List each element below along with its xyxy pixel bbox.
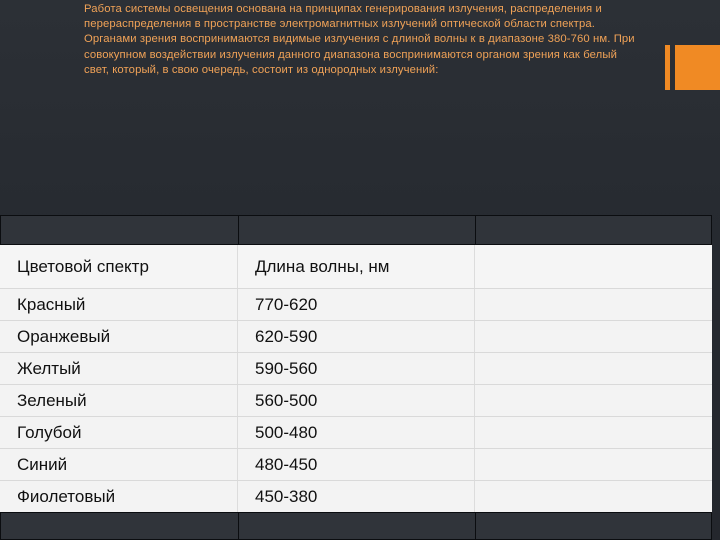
empty-cell <box>475 449 712 480</box>
wavelength-cell: 590-560 <box>238 353 475 384</box>
table-top-empty-row <box>0 215 712 245</box>
color-name-cell: Зеленый <box>0 385 238 416</box>
table-header-row: Цветовой спектр Длина волны, нм <box>0 245 712 289</box>
table-row: Фиолетовый 450-380 <box>0 481 712 512</box>
color-name-cell: Оранжевый <box>0 321 238 352</box>
empty-cell <box>475 385 712 416</box>
table-row: Синий 480-450 <box>0 449 712 481</box>
empty-cell <box>0 215 238 245</box>
header-empty <box>475 245 712 288</box>
empty-cell <box>475 289 712 320</box>
intro-paragraph: Работа системы освещения основана на при… <box>84 3 635 76</box>
color-name-cell: Голубой <box>0 417 238 448</box>
empty-cell <box>475 512 712 540</box>
slide: Работа системы освещения основана на при… <box>0 0 720 540</box>
table-bottom-empty-row <box>0 512 712 540</box>
wavelength-cell: 450-380 <box>238 481 475 512</box>
table-row: Оранжевый 620-590 <box>0 321 712 353</box>
wavelength-cell: 620-590 <box>238 321 475 352</box>
accent-bar-thick <box>675 45 720 90</box>
color-name-cell: Красный <box>0 289 238 320</box>
table-row: Голубой 500-480 <box>0 417 712 449</box>
empty-cell <box>0 512 238 540</box>
empty-cell <box>475 481 712 512</box>
wavelength-cell: 560-500 <box>238 385 475 416</box>
table-row: Желтый 590-560 <box>0 353 712 385</box>
header-color-spectrum: Цветовой спектр <box>0 245 238 288</box>
color-name-cell: Синий <box>0 449 238 480</box>
accent-bar-thin <box>665 45 670 90</box>
empty-cell <box>475 417 712 448</box>
color-name-cell: Желтый <box>0 353 238 384</box>
table-row: Красный 770-620 <box>0 289 712 321</box>
wavelength-cell: 770-620 <box>238 289 475 320</box>
header-wavelength: Длина волны, нм <box>238 245 475 288</box>
spectrum-table: Цветовой спектр Длина волны, нм Красный … <box>0 215 712 540</box>
table-body: Цветовой спектр Длина волны, нм Красный … <box>0 245 712 512</box>
wavelength-cell: 500-480 <box>238 417 475 448</box>
empty-cell <box>475 215 712 245</box>
empty-cell <box>475 353 712 384</box>
empty-cell <box>475 321 712 352</box>
color-name-cell: Фиолетовый <box>0 481 238 512</box>
table-row: Зеленый 560-500 <box>0 385 712 417</box>
wavelength-cell: 480-450 <box>238 449 475 480</box>
empty-cell <box>238 512 475 540</box>
empty-cell <box>238 215 475 245</box>
